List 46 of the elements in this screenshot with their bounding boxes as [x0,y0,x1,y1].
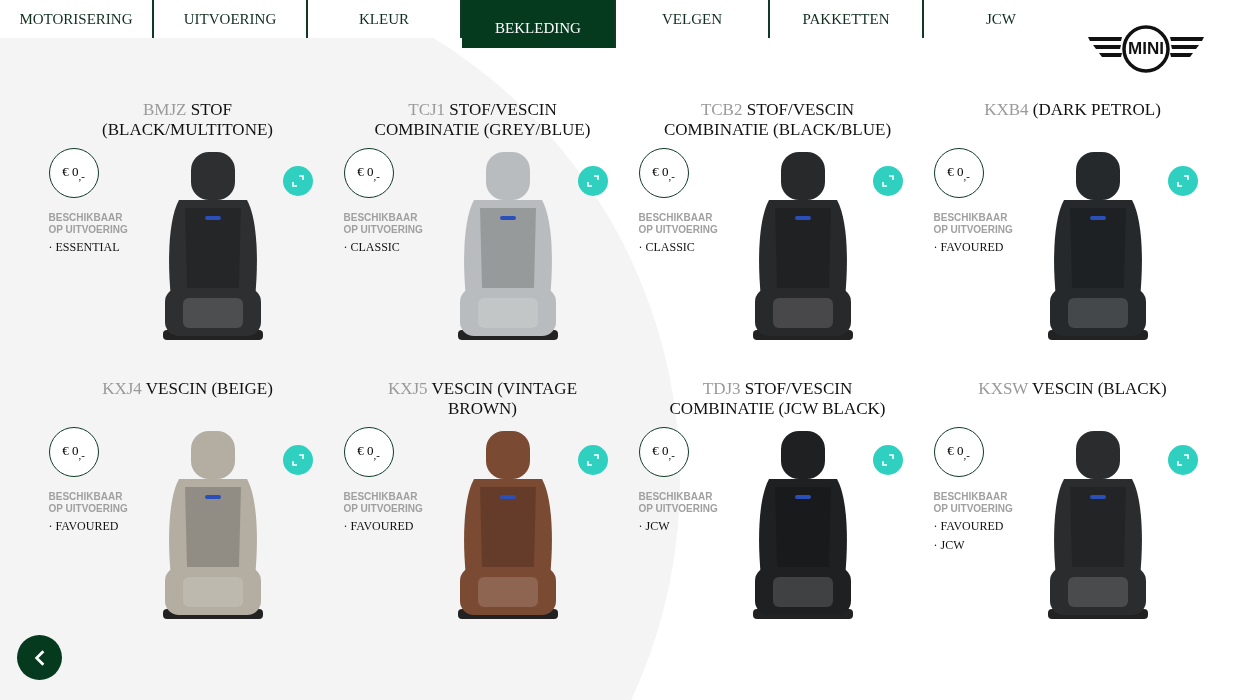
trim-item: · FAVOURED [48,519,120,534]
expand-button[interactable] [1167,166,1198,196]
trim-item: · JCW [933,538,966,553]
trim-item: · FAVOURED [933,240,1005,255]
expand-button[interactable] [872,166,903,196]
expand-icon [1175,174,1190,188]
availability-label: BESCHIKBAAR OP UITVOERING [638,491,719,515]
expand-button[interactable] [577,166,608,196]
expand-button[interactable] [1167,445,1198,475]
price-badge: € 0$_{,-}$ [933,148,984,198]
trim-item: · FAVOURED [933,519,1005,534]
seat-title: BMJZ STOF (BLACK/MULTITONE) [101,100,274,141]
trim-item: · ESSENTIAL [48,240,121,255]
expand-button[interactable] [872,445,903,475]
nav-tab[interactable]: KLEUR [308,0,462,38]
nav-tab[interactable]: BEKLEDING [462,0,616,48]
availability-label: BESCHIKBAAR OP UITVOERING [343,212,424,236]
seat-title: KXJ4 VESCIN (BEIGE) [101,379,274,400]
trim-item: · CLASSIC [343,240,401,255]
availability-label: BESCHIKBAAR OP UITVOERING [933,491,1014,515]
trim-item: · FAVOURED [343,519,415,534]
trim-item: · CLASSIC [638,240,696,255]
trim-item: · JCW [638,519,671,534]
expand-icon [880,453,895,467]
nav-tab[interactable]: UITVOERING [154,0,308,38]
expand-icon [290,453,305,467]
nav-tab[interactable]: MOTORISERING [0,0,154,38]
price-badge: € 0$_{,-}$ [933,427,984,477]
availability-label: BESCHIKBAAR OP UITVOERING [343,491,424,515]
availability-label: BESCHIKBAAR OP UITVOERING [48,491,129,515]
seat-title: TDJ3 STOF/VESCIN COMBINATIE (JCW BLACK) [668,379,887,420]
seat-title: TCB2 STOF/VESCIN COMBINATIE (BLACK/BLUE) [662,100,893,141]
seat-title: KXJ5 VESCIN (VINTAGE BROWN) [386,379,579,420]
expand-icon [290,174,305,188]
seat-title: TCJ1 STOF/VESCIN COMBINATIE (GREY/BLUE) [373,100,592,141]
expand-icon [585,453,600,467]
price-badge: € 0$_{,-}$ [638,148,689,198]
seat-title: KXSW VESCIN (BLACK) [977,379,1168,400]
expand-icon [1175,453,1190,467]
logo: MINI [1088,24,1204,74]
availability-label: BESCHIKBAAR OP UITVOERING [933,212,1014,236]
availability-label: BESCHIKBAAR OP UITVOERING [48,212,129,236]
availability-label: BESCHIKBAAR OP UITVOERING [638,212,719,236]
seat-title: KXB4 (DARK PETROL) [983,100,1162,121]
expand-icon [880,174,895,188]
expand-icon [585,174,600,188]
